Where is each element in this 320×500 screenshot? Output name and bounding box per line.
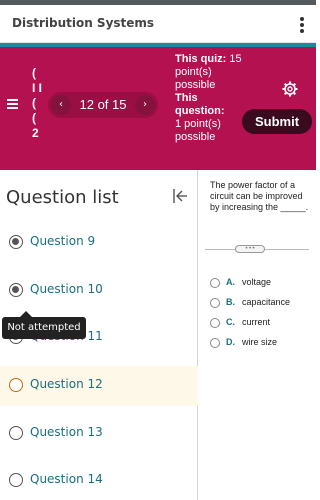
option-radio[interactable] [210, 338, 220, 348]
chevron-right-icon[interactable]: › [135, 95, 155, 115]
option-radio[interactable] [210, 278, 220, 288]
status-tooltip: Not attempted [2, 311, 86, 339]
submit-button[interactable]: Submit [242, 109, 312, 134]
question-list-label: Question 10 [30, 282, 103, 296]
this-question-value: 1 point(s) possible [175, 118, 221, 143]
app-header: Distribution Systems [0, 5, 316, 43]
unanswered-indicator-icon [9, 426, 23, 440]
question-list-item[interactable]: Question 10 [0, 271, 198, 311]
option-radio[interactable] [210, 298, 220, 308]
quiz-name-truncated: ( I I ( ( 2 [32, 66, 43, 140]
option-radio[interactable] [210, 318, 220, 328]
question-list-item-current[interactable]: Question 12 [0, 366, 198, 406]
question-list-label: Question 13 [30, 425, 103, 439]
question-list-label: Question 12 [30, 377, 103, 391]
more-options-icon[interactable] [299, 17, 305, 34]
question-text: The power factor of a circuit can be imp… [210, 180, 309, 212]
quiz-toolbar: ( I I ( ( 2 ‹ 12 of 15 › This quiz: 15 p… [0, 47, 316, 170]
app-title: Distribution Systems [12, 16, 155, 30]
chevron-left-icon[interactable]: ‹ [51, 95, 71, 115]
collapse-panel-icon[interactable] [172, 188, 188, 204]
option-letter: A. [226, 277, 235, 287]
answered-indicator-icon [9, 235, 23, 249]
answer-option[interactable]: A. voltage [210, 276, 310, 290]
question-list-item[interactable]: Question 14 [0, 461, 198, 500]
option-text: voltage [242, 277, 272, 287]
answer-option[interactable]: C. current [210, 316, 310, 330]
points-info: This quiz: 15 point(s) possible This que… [175, 53, 247, 144]
question-list-item[interactable]: Question 9 [0, 223, 198, 263]
resize-handle-icon[interactable]: ••• [235, 245, 265, 253]
gear-icon[interactable] [282, 81, 298, 97]
question-panel: The power factor of a circuit can be imp… [199, 170, 316, 500]
answer-option[interactable]: D. wire size [210, 336, 310, 350]
this-quiz-label: This quiz: [175, 53, 227, 65]
option-text: capacitance [242, 297, 291, 307]
option-text: wire size [242, 337, 278, 347]
menu-icon[interactable] [7, 99, 18, 110]
question-navigator: ‹ 12 of 15 › [48, 92, 158, 118]
question-list-item[interactable]: Question 13 [0, 414, 198, 454]
option-text: current [242, 317, 271, 327]
answer-option[interactable]: B. capacitance [210, 296, 310, 310]
option-letter: C. [226, 317, 235, 327]
current-question-indicator-icon [9, 378, 23, 392]
question-counter: 12 of 15 [79, 97, 127, 112]
option-letter: D. [226, 337, 235, 347]
unanswered-indicator-icon [9, 473, 23, 487]
question-list-label: Question 14 [30, 472, 103, 486]
answered-indicator-icon [9, 283, 23, 297]
question-list-title: Question list [6, 187, 119, 208]
option-letter: B. [226, 297, 235, 307]
question-list-label: Question 9 [30, 234, 96, 248]
this-question-label: This question: [175, 92, 225, 117]
